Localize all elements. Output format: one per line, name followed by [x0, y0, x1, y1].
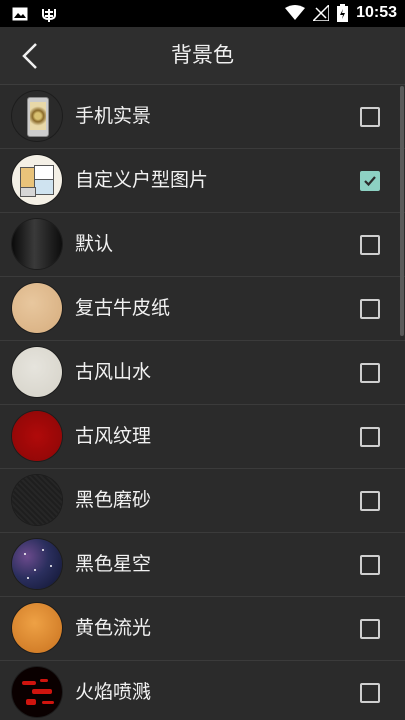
background-option-list: 手机实景 自定义户型图片 默认 复古牛皮纸 古风山水 古风纹理 黑色磨砂 黑色星… [0, 85, 405, 720]
checkmark-icon [364, 176, 376, 187]
bug-icon [40, 5, 58, 23]
battery-icon [337, 4, 349, 22]
yellow-flow-thumbnail [12, 603, 62, 653]
shanshui-thumbnail [12, 347, 62, 397]
checkbox[interactable] [360, 683, 380, 703]
option-row-black-frosted[interactable]: 黑色磨砂 [0, 469, 405, 533]
app-bar: 背景色 [0, 27, 405, 85]
kraft-paper-thumbnail [12, 283, 62, 333]
option-label: 黑色磨砂 [75, 489, 152, 511]
checkbox[interactable] [360, 427, 380, 447]
checkbox[interactable] [360, 363, 380, 383]
default-thumbnail [12, 219, 62, 269]
option-label: 默认 [75, 233, 114, 255]
option-label: 复古牛皮纸 [75, 297, 171, 319]
floorplan-thumbnail [12, 155, 62, 205]
option-row-fire-splash[interactable]: 火焰喷溅 [0, 661, 405, 720]
checkbox[interactable] [360, 555, 380, 575]
option-label: 古风山水 [75, 361, 152, 383]
status-bar: 10:53 [0, 0, 405, 27]
page-title: 背景色 [171, 43, 234, 67]
option-label: 自定义户型图片 [75, 169, 209, 191]
phone-live-thumbnail [12, 91, 62, 141]
status-time: 10:53 [356, 4, 397, 21]
option-label: 火焰喷溅 [75, 681, 152, 703]
checkbox[interactable] [360, 299, 380, 319]
ancient-texture-thumbnail [12, 411, 62, 461]
option-row-shanshui[interactable]: 古风山水 [0, 341, 405, 405]
option-row-phone-live[interactable]: 手机实景 [0, 85, 405, 149]
option-row-black-starry[interactable]: 黑色星空 [0, 533, 405, 597]
fire-splash-thumbnail [12, 667, 62, 717]
black-starry-thumbnail [12, 539, 62, 589]
checkbox[interactable] [360, 235, 380, 255]
checkbox[interactable] [360, 491, 380, 511]
option-label: 古风纹理 [75, 425, 152, 447]
option-label: 黄色流光 [75, 617, 152, 639]
option-label: 黑色星空 [75, 553, 152, 575]
option-row-custom-floorplan[interactable]: 自定义户型图片 [0, 149, 405, 213]
option-row-default[interactable]: 默认 [0, 213, 405, 277]
wifi-icon [285, 5, 306, 21]
checkbox-checked[interactable] [360, 171, 380, 191]
checkbox[interactable] [360, 619, 380, 639]
signal-icon [313, 5, 330, 21]
option-row-yellow-flow[interactable]: 黄色流光 [0, 597, 405, 661]
black-frosted-thumbnail [12, 475, 62, 525]
scrollbar[interactable] [400, 86, 404, 336]
image-icon [12, 7, 28, 21]
checkbox[interactable] [360, 107, 380, 127]
option-label: 手机实景 [75, 105, 152, 127]
option-row-ancient-texture[interactable]: 古风纹理 [0, 405, 405, 469]
option-row-kraft-paper[interactable]: 复古牛皮纸 [0, 277, 405, 341]
